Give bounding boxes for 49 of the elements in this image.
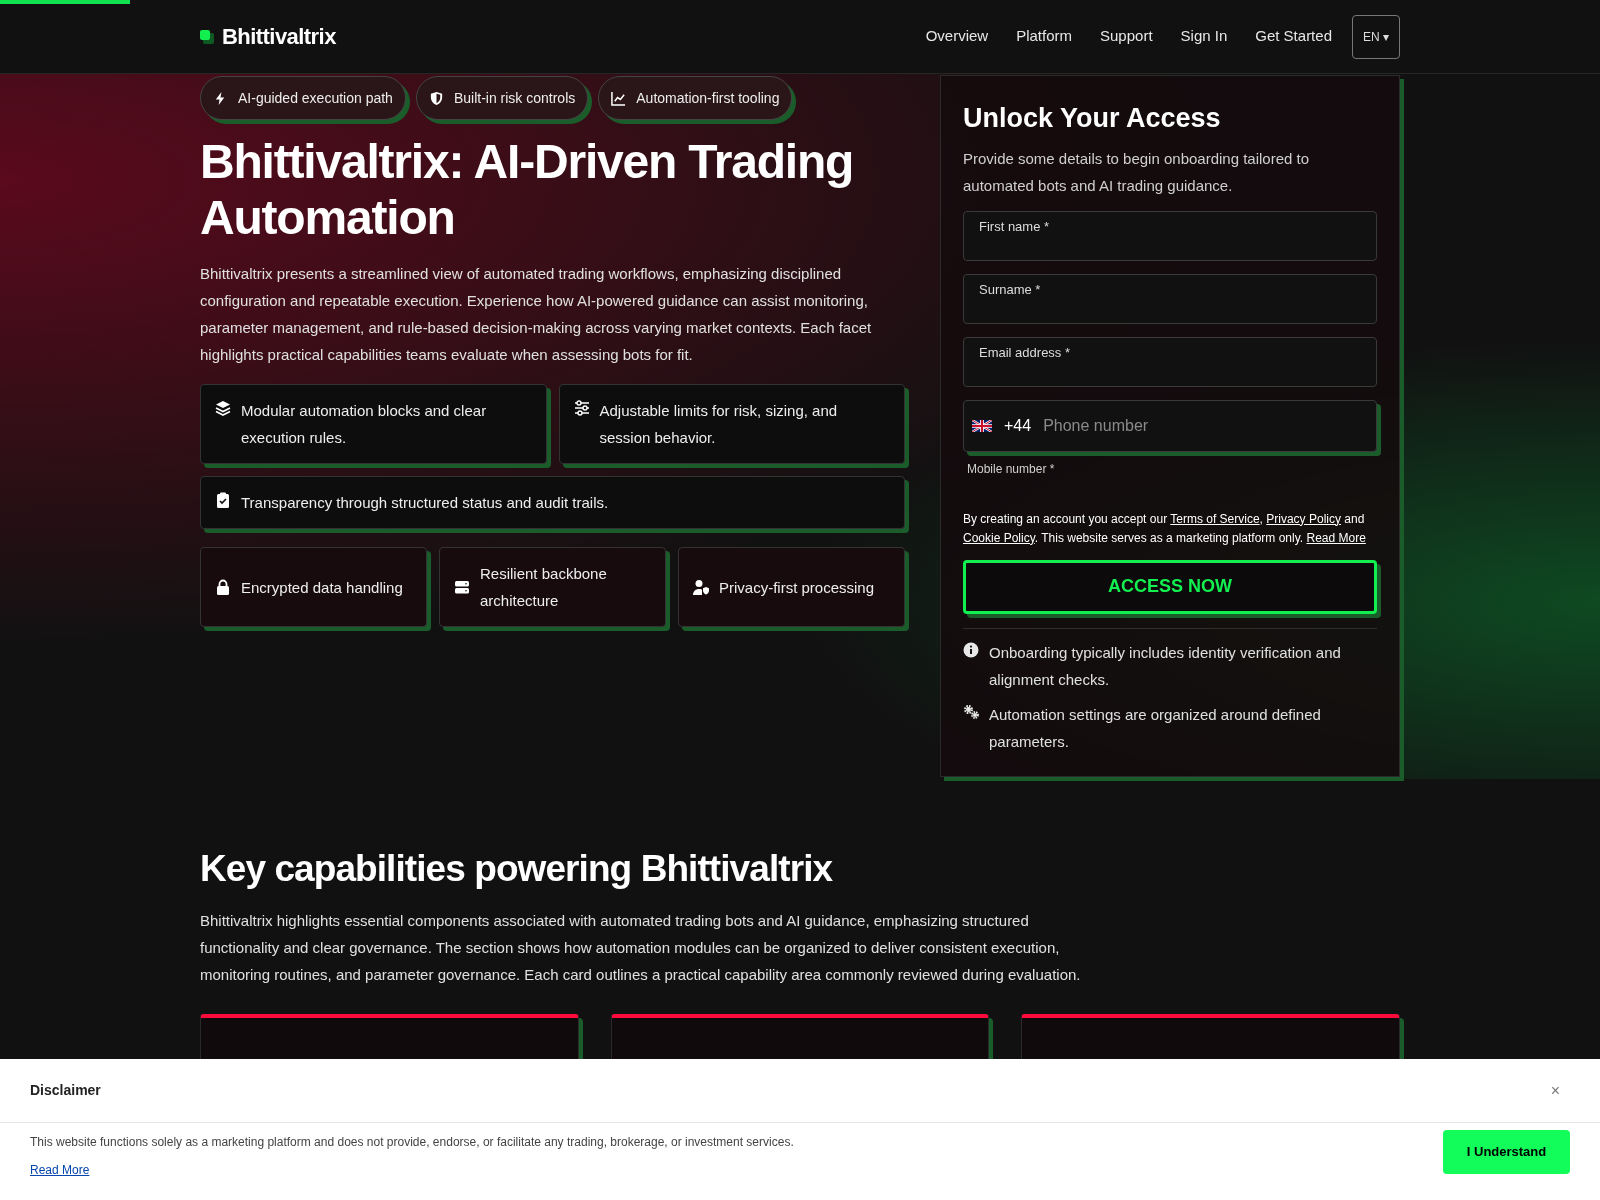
disclaimer-text: This website functions solely as a marketing platform and does not provide, endorse, or facilitate any trading, brokerage, or investment services. [30,1134,794,1151]
nav-link[interactable]: Platform [1016,25,1072,48]
gears-icon [963,703,979,720]
form-title: Unlock Your Access [963,102,1222,135]
consent-text: By creating an account you accept our Terms of Service, Privacy Policy and Cookie Policy. This website serves as a marketing platform only. Read More [963,510,1367,547]
feature-text: Modular automation blocks and clear execution rules. [241,401,488,448]
text-field[interactable]: Surname * [963,273,1377,324]
policy-link[interactable]: Terms of Service [1170,511,1260,526]
nav-link[interactable]: Overview [925,25,989,48]
section-intro: Bhittivaltrix highlights essential components associated with automated trading bots and AI guidance, emphasizing structured functionality and clear governance. The section shows how automation modules can be organized to deliver consistent execution, monitoring routines, and parameter governance. Each card outlines a practical capability area commonly reviewed during evaluation. [200,910,1082,985]
server-icon [454,579,470,595]
disclaimer-title: Disclaimer [30,1081,101,1100]
flag-icon [972,419,992,432]
text-field[interactable]: First name * [963,210,1377,261]
sliders-icon [573,400,590,416]
nav-link[interactable]: Support [1100,25,1153,48]
brand-name[interactable]: Bhittivaltrix [222,20,336,53]
policy-link[interactable]: Privacy Policy [1266,511,1341,526]
clipboard-check-icon [215,492,231,508]
logo-icon [200,29,214,44]
trust-text: Encrypted data handling [241,577,403,598]
info-icon [963,641,979,658]
read-more-link[interactable]: Read More [30,1161,90,1179]
note-text: Onboarding typically includes identity verification and alignment checks. [989,642,1342,690]
shield-icon [428,90,444,106]
intro-text: Bhittivaltrix presents a streamlined view of automated trading workflows, emphasizing disciplined configuration and repeatable execution. Experience how AI-powered guidance can assist monitoring, parameter management, and rule-based decision-making across varying market contexts. Each facet highlights practical capabilities teams evaluate when assessing bots for fit. [200,264,873,365]
user-shield-icon [693,579,709,595]
line-chart-icon [611,90,627,106]
mobile-number-label: Mobile number * [967,460,1055,478]
section-title: Key capabilities powering Bhittivaltrix [200,847,834,891]
note-text: Automation settings are organized around defined parameters. [989,704,1322,752]
form-subtitle: Provide some details to begin onboarding tailored to automated bots and AI trading guidance. [963,148,1311,196]
text-field[interactable]: Email address * [963,336,1377,387]
understand-button[interactable]: I Understand [1443,1130,1570,1174]
policy-link[interactable]: Read More [1306,530,1366,545]
feature-text: Adjustable limits for risk, sizing, and session behavior. [599,401,839,448]
policy-link[interactable]: Cookie Policy [963,530,1035,545]
layers-icon [215,400,231,416]
close-button[interactable]: × [1550,1078,1560,1103]
nav-link[interactable]: Sign In [1180,25,1228,48]
page-title: Bhittivaltrix: AI-Driven Trading Automation [200,134,855,246]
lock-icon [215,579,231,595]
trust-text: Privacy-first processing [719,577,875,598]
nav-link[interactable]: Get Started [1255,25,1332,48]
language-selector[interactable]: EN ▾ [1352,14,1400,59]
trust-text: Resilient backbone architecture [480,564,608,611]
phone-number-input[interactable]: Phone number [1043,413,1368,438]
feature-text: Transparency through structured status and audit trails. [241,493,609,513]
country-code: +44 [1004,415,1032,436]
